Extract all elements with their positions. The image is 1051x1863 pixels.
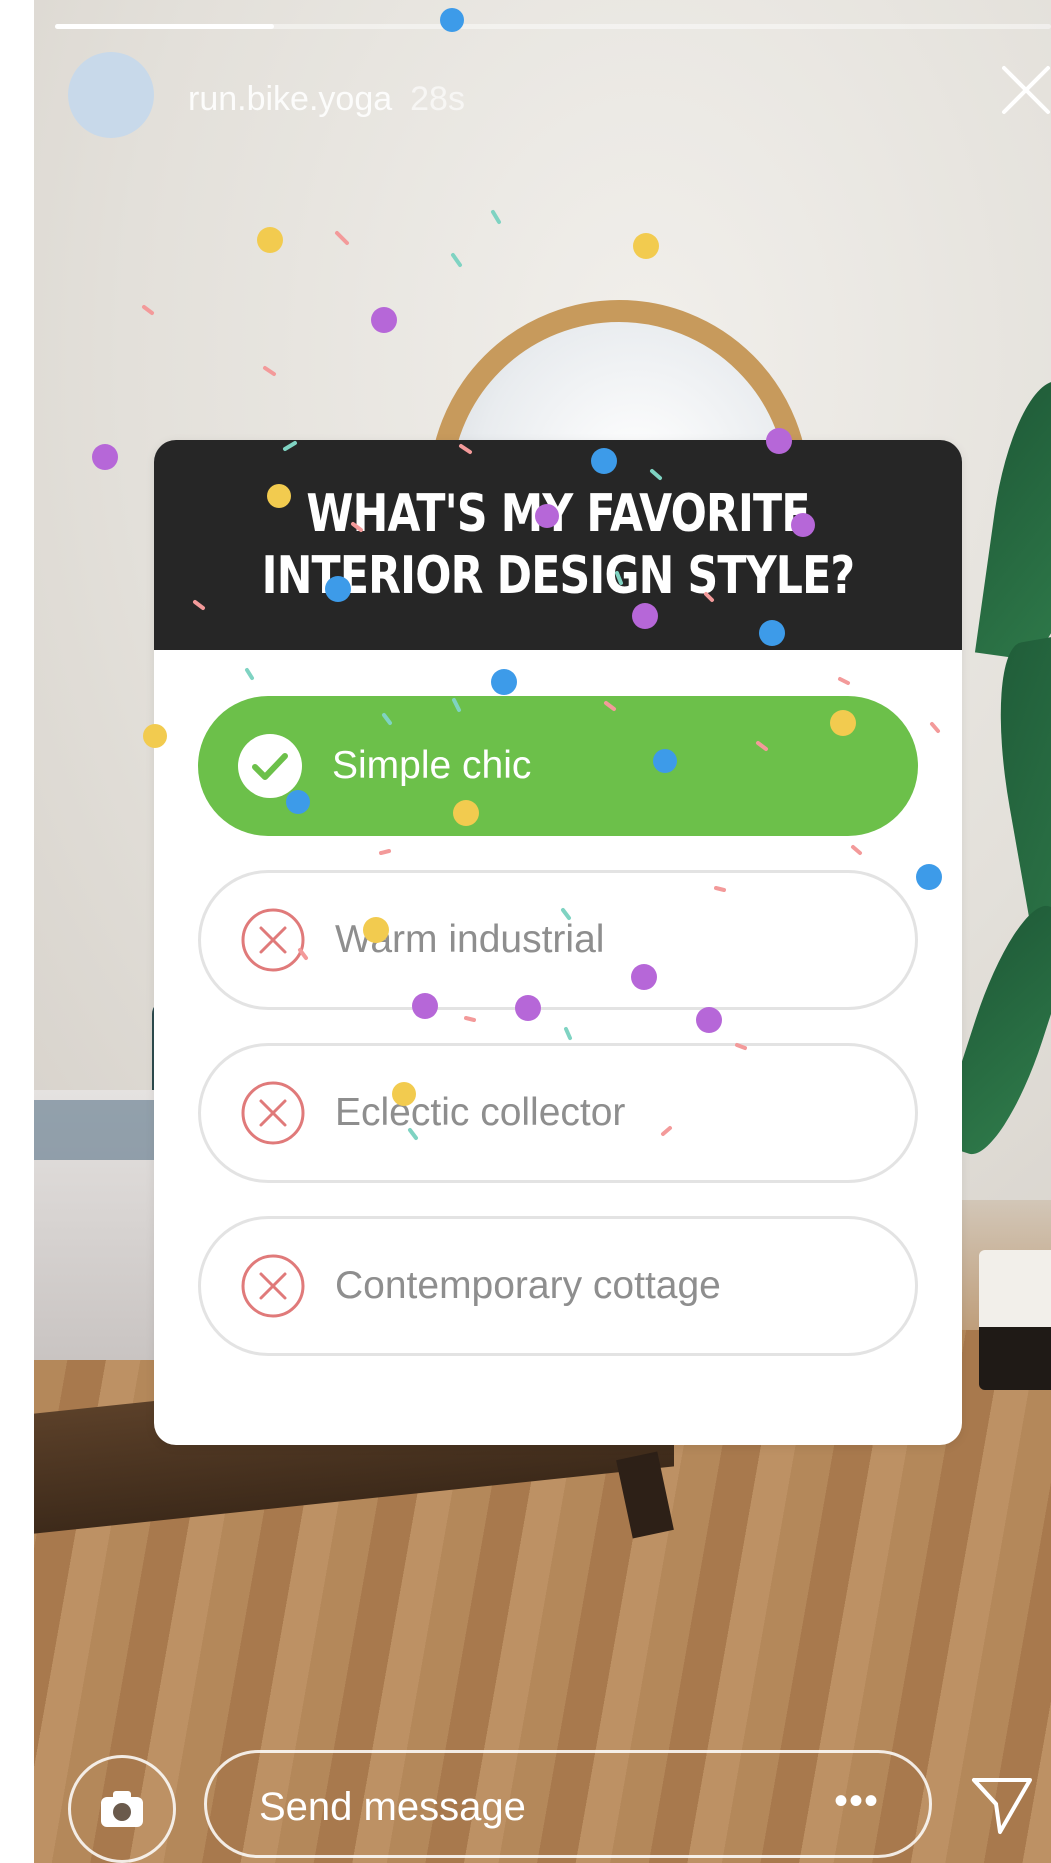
quiz-option-label: Contemporary cottage [335, 1264, 721, 1307]
quiz-option-simple-chic[interactable]: Simple chic [198, 696, 918, 836]
send-message-placeholder: Send message [259, 1785, 526, 1829]
story-header: run.bike.yoga 28s [188, 80, 465, 119]
story-timestamp: 28s [410, 80, 465, 118]
x-circle-icon [241, 1254, 305, 1318]
username[interactable]: run.bike.yoga [188, 80, 392, 118]
quiz-header: What's my favorite interior design style… [154, 440, 962, 650]
close-icon[interactable] [998, 62, 1051, 118]
quiz-option-label: Warm industrial [335, 918, 605, 961]
x-circle-icon [241, 1081, 305, 1145]
camera-icon [101, 1791, 143, 1827]
story-progress-fill [55, 24, 275, 29]
quiz-option-label: Eclectic collector [335, 1091, 626, 1134]
camera-button[interactable] [68, 1755, 176, 1863]
send-message-input[interactable]: Send message ••• [204, 1750, 932, 1858]
story-progress-bar [55, 24, 1051, 29]
check-circle-icon [238, 734, 302, 798]
x-circle-icon [241, 908, 305, 972]
quiz-option-warm-industrial[interactable]: Warm industrial [198, 870, 918, 1010]
more-options-icon[interactable]: ••• [834, 1779, 879, 1824]
plant-pot [979, 1250, 1051, 1390]
quiz-option-label: Simple chic [332, 744, 532, 787]
quiz-sticker: What's my favorite interior design style… [154, 440, 962, 1445]
quiz-option-eclectic-collector[interactable]: Eclectic collector [198, 1043, 918, 1183]
blanket [34, 1100, 164, 1160]
quiz-question: What's my favorite interior design style… [261, 484, 856, 606]
avatar[interactable] [68, 52, 154, 138]
quiz-option-contemporary-cottage[interactable]: Contemporary cottage [198, 1216, 918, 1356]
send-icon[interactable] [968, 1770, 1038, 1840]
